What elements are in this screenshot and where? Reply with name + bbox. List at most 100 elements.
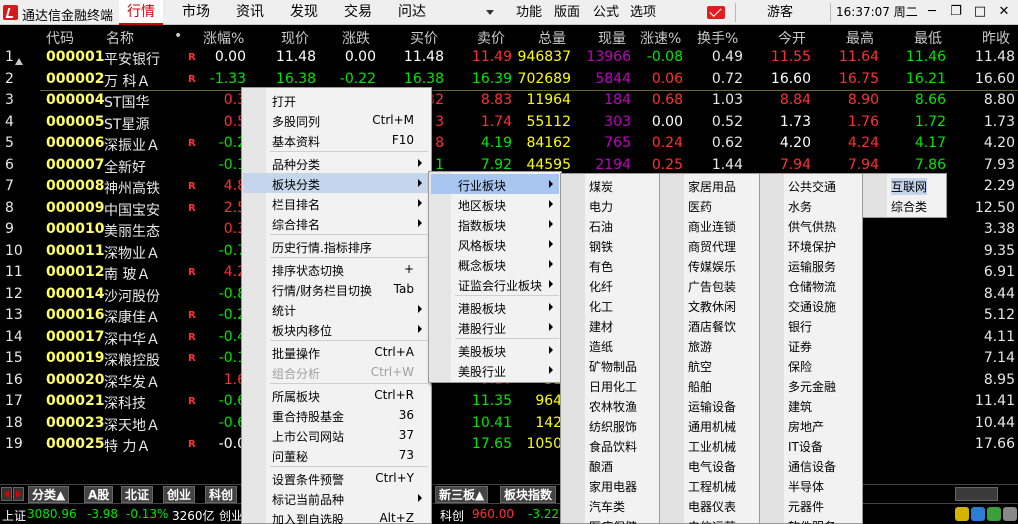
context-menu-item[interactable]: 板块内移位 (243, 319, 430, 339)
tab-wenda[interactable]: 问达 (390, 0, 434, 25)
industry-item[interactable]: 广告包装 (688, 278, 736, 295)
industry-item[interactable]: 酿酒 (589, 458, 613, 475)
industry-item[interactable]: 造纸 (589, 338, 613, 355)
industry-item[interactable]: 电信运营 (688, 518, 736, 524)
col-header-prev-close[interactable]: 昨收 (982, 28, 1010, 48)
tab-scroll-left-icon[interactable] (1, 487, 12, 501)
col-header-name[interactable]: 名称 (106, 28, 134, 48)
context-menu-item[interactable]: 问董秘 73 (243, 445, 430, 465)
industry-item[interactable]: 半导体 (788, 478, 824, 495)
col-header-mark[interactable]: • (174, 28, 182, 44)
context-menu-item[interactable]: 批量操作 Ctrl+A (243, 342, 430, 362)
context-menu-item[interactable]: 多股同列 Ctrl+M (243, 110, 430, 130)
industry-item[interactable]: 运输服务 (788, 258, 836, 275)
industry-item[interactable]: 电气设备 (688, 458, 736, 475)
industry-item[interactable]: 元器件 (788, 498, 824, 515)
industry-item[interactable]: 航空 (688, 358, 712, 375)
col-header-code[interactable]: 代码 (46, 28, 74, 48)
tab-zixun[interactable]: 资讯 (228, 0, 272, 25)
submenu-item[interactable]: 证监会行业板块 (431, 274, 559, 294)
context-menu-item[interactable]: 行情/财务栏目切换 Tab (243, 279, 430, 299)
context-menu-item[interactable]: 打开 (243, 90, 430, 110)
col-header-pct[interactable]: 涨幅% (203, 28, 244, 48)
context-menu-item[interactable]: 重合持股基金 36 (243, 405, 430, 425)
industry-item[interactable]: 化纤 (589, 278, 613, 295)
industry-item[interactable]: 工程机械 (688, 478, 736, 495)
col-header-price[interactable]: 现价 (281, 28, 309, 48)
close-icon[interactable]: ✕ (992, 0, 1016, 25)
context-menu-item[interactable]: 加入到自选股 Alt+Z (243, 508, 430, 524)
industry-item[interactable]: 公共交通 (788, 178, 836, 195)
horizontal-scrollbar[interactable] (955, 487, 998, 501)
context-menu-item[interactable]: 上市公司网站 37 (243, 425, 430, 445)
tab-faxian[interactable]: 发现 (282, 0, 326, 25)
industry-item[interactable]: 化工 (589, 298, 613, 315)
industry-item[interactable]: 综合类 (891, 198, 927, 215)
industry-item[interactable]: 家居用品 (688, 178, 736, 195)
table-row[interactable]: 2 000002 万 科Ａ -1.33 16.38 -0.22 16.38 16.39 7026… (0, 69, 1018, 91)
industry-item[interactable]: 酒店餐饮 (688, 318, 736, 335)
tab-fenlei[interactable]: 分类▲ (28, 486, 70, 503)
industry-item[interactable]: 多元金融 (788, 378, 836, 395)
context-menu-item[interactable]: 栏目排名 (243, 193, 430, 213)
col-header-high[interactable]: 最高 (846, 28, 874, 48)
industry-item[interactable]: 软件服务 (788, 518, 836, 524)
industry-item[interactable]: 电力 (589, 198, 613, 215)
tab-hangqing[interactable]: 行情 (119, 0, 163, 25)
submenu-item[interactable]: 风格板块 (431, 234, 559, 254)
industry-item[interactable]: 交通设施 (788, 298, 836, 315)
col-header-speed[interactable]: 涨速% (640, 28, 681, 48)
industry-item[interactable]: 保险 (788, 358, 812, 375)
industry-item[interactable]: 钢铁 (589, 238, 613, 255)
industry-item[interactable]: 有色 (589, 258, 613, 275)
restore-icon[interactable]: ❐ (944, 0, 968, 25)
industry-item[interactable]: 传媒娱乐 (688, 258, 736, 275)
industry-item[interactable]: 通信设备 (788, 458, 836, 475)
table-row[interactable]: 5 000006 深振业Ａ -0.2 8 4.19 84162 765 0.24 0.62 4.20… (0, 133, 1018, 155)
industry-item[interactable]: 仓储物流 (788, 278, 836, 295)
signal-icon[interactable] (987, 507, 1001, 521)
col-header-change[interactable]: 涨跌 (342, 28, 370, 48)
industry-item[interactable]: 运输设备 (688, 398, 736, 415)
submenu-item[interactable]: 港股行业 (431, 317, 559, 337)
submenu-item[interactable]: 概念板块 (431, 254, 559, 274)
context-menu-item[interactable]: 品种分类 (243, 153, 430, 173)
industry-item[interactable]: 文教休闲 (688, 298, 736, 315)
settings-icon[interactable] (1003, 507, 1017, 521)
industry-item[interactable]: 工业机械 (688, 438, 736, 455)
industry-item[interactable]: 电器仪表 (688, 498, 736, 515)
industry-item[interactable]: 商贸代理 (688, 238, 736, 255)
menu-banmian[interactable]: 版面 (554, 0, 580, 25)
tab-bankuai-zhishu[interactable]: 板块指数 (500, 486, 557, 503)
table-row[interactable]: 4 000005 ST星源 0.5 3 1.74 55112 303 0.00 0.52 1.73 1… (0, 112, 1018, 134)
index-name[interactable]: 上证 (2, 507, 26, 524)
context-menu-item[interactable]: 统计 (243, 299, 430, 319)
tab-beizheng[interactable]: 北证 (121, 486, 154, 503)
context-menu-item[interactable]: 板块分类 (243, 173, 430, 193)
sz-index-label[interactable]: 创业 (219, 507, 243, 524)
context-menu-item[interactable]: 设置条件预警 Ctrl+Y (243, 468, 430, 488)
industry-item[interactable]: 农林牧渔 (589, 398, 637, 415)
industry-item[interactable]: 石油 (589, 218, 613, 235)
industry-item[interactable]: 食品饮料 (589, 438, 637, 455)
table-row[interactable]: 18 000023 深天地Ａ -0.6 10.41 1424 10.44 (0, 413, 1018, 435)
col-header-open[interactable]: 今开 (778, 28, 806, 48)
industry-item[interactable]: 建筑 (788, 398, 812, 415)
context-menu-item[interactable]: 基本资料 F10 (243, 130, 430, 150)
user-label[interactable]: 游客 (767, 0, 793, 25)
col-header-bid[interactable]: 买价 (410, 28, 438, 48)
industry-item[interactable]: 纺织服饰 (589, 418, 637, 435)
industry-item[interactable]: 房地产 (788, 418, 824, 435)
context-menu-item[interactable]: 标记当前品种 (243, 488, 430, 508)
tab-scroll-right-icon[interactable] (13, 487, 24, 501)
industry-item[interactable]: 医药 (688, 198, 712, 215)
industry-item[interactable]: 建材 (589, 318, 613, 335)
submenu-item[interactable]: 地区板块 (431, 194, 559, 214)
industry-item[interactable]: 水务 (788, 198, 812, 215)
info-icon[interactable] (971, 507, 985, 521)
submenu-item[interactable]: 指数板块 (431, 214, 559, 234)
lock-icon[interactable] (955, 507, 969, 521)
industry-item[interactable]: 银行 (788, 318, 812, 335)
tab-chuangye[interactable]: 创业 (163, 486, 196, 503)
industry-item[interactable]: 旅游 (688, 338, 712, 355)
